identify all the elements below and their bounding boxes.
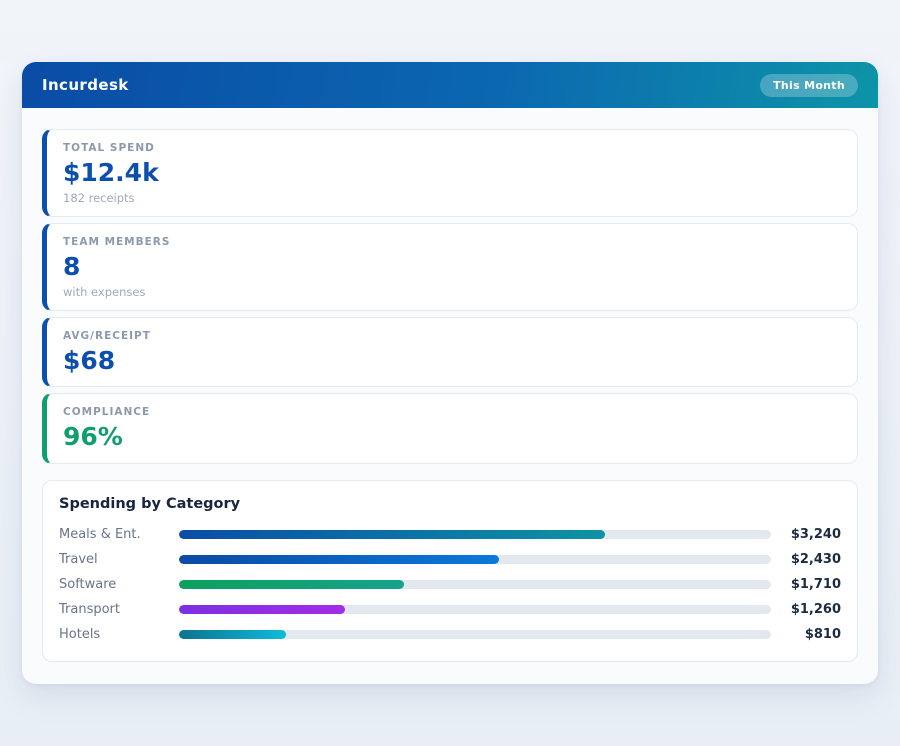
- category-value: $3,240: [771, 527, 841, 542]
- spending-by-category-card: Spending by Category Meals & Ent. $3,240 T…: [42, 480, 858, 662]
- category-row-software: Software $1,710: [59, 572, 841, 597]
- stat-subtext: with expenses: [63, 285, 841, 299]
- stat-value: 8: [63, 253, 841, 282]
- stat-card-avg-receipt: AVG/RECEIPT $68: [42, 317, 858, 388]
- category-row-transport: Transport $1,260: [59, 597, 841, 622]
- stat-value: $12.4k: [63, 159, 841, 188]
- stat-label: COMPLIANCE: [63, 406, 841, 418]
- category-row-travel: Travel $2,430: [59, 547, 841, 572]
- stat-value: $68: [63, 347, 841, 376]
- category-value: $1,260: [771, 602, 841, 617]
- bar-track: [179, 630, 771, 639]
- stats-list: TOTAL SPEND $12.4k 182 receipts TEAM MEMBER…: [42, 129, 858, 464]
- chart-title: Spending by Category: [59, 496, 841, 512]
- category-label: Travel: [59, 552, 179, 567]
- stat-value: 96%: [63, 423, 841, 452]
- category-label: Transport: [59, 602, 179, 617]
- category-value: $2,430: [771, 552, 841, 567]
- stat-card-total-spend: TOTAL SPEND $12.4k 182 receipts: [42, 129, 858, 217]
- category-label: Software: [59, 577, 179, 592]
- stat-card-team-members: TEAM MEMBERS 8 with expenses: [42, 223, 858, 311]
- bar-fill: [179, 555, 499, 564]
- stat-label: AVG/RECEIPT: [63, 330, 841, 342]
- app-header: Incurdesk This Month: [22, 62, 878, 108]
- chart-rows: Meals & Ent. $3,240 Travel $2,430 Software $1…: [59, 522, 841, 647]
- bar-fill: [179, 605, 345, 614]
- app-title: Incurdesk: [42, 76, 129, 94]
- category-value: $810: [771, 627, 841, 642]
- category-row-hotels: Hotels $810: [59, 622, 841, 647]
- period-badge[interactable]: This Month: [760, 74, 858, 97]
- bar-track: [179, 530, 771, 539]
- bar-track: [179, 580, 771, 589]
- stat-subtext: 182 receipts: [63, 191, 841, 205]
- category-label: Meals & Ent.: [59, 527, 179, 542]
- bar-track: [179, 605, 771, 614]
- bar-fill: [179, 630, 286, 639]
- dashboard-panel: Incurdesk This Month TOTAL SPEND $12.4k 18…: [22, 62, 878, 684]
- category-label: Hotels: [59, 627, 179, 642]
- category-value: $1,710: [771, 577, 841, 592]
- bar-fill: [179, 530, 605, 539]
- dashboard-content: TOTAL SPEND $12.4k 182 receipts TEAM MEMBER…: [22, 108, 878, 684]
- stat-label: TEAM MEMBERS: [63, 236, 841, 248]
- category-row-meals-ent-: Meals & Ent. $3,240: [59, 522, 841, 547]
- bar-fill: [179, 580, 404, 589]
- stat-label: TOTAL SPEND: [63, 142, 841, 154]
- bar-track: [179, 555, 771, 564]
- stat-card-compliance: COMPLIANCE 96%: [42, 393, 858, 464]
